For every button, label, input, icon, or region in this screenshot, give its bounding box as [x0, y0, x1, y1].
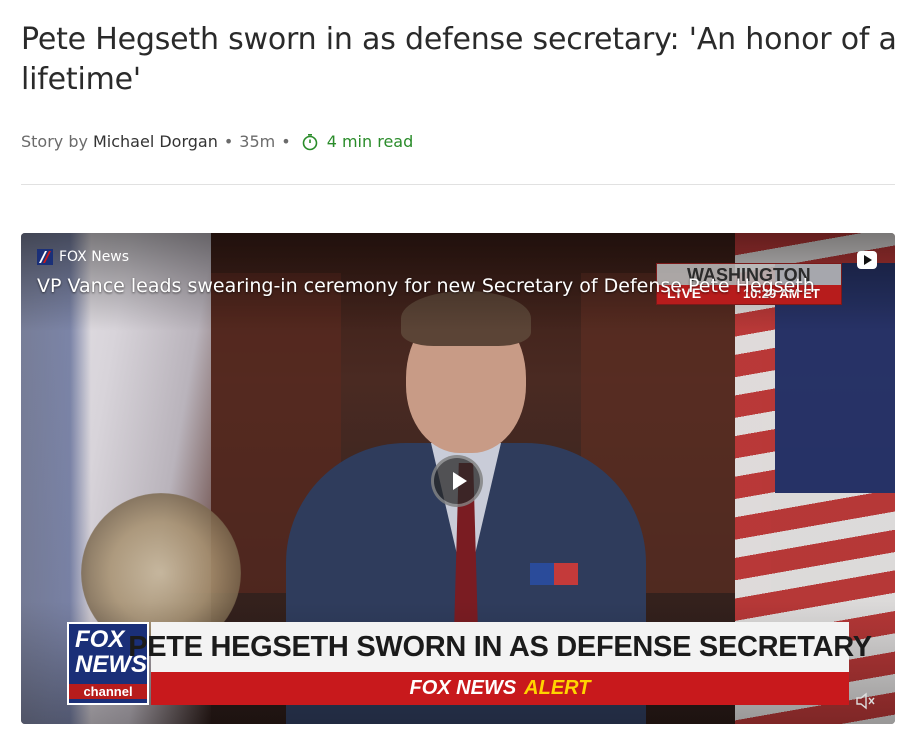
video-source[interactable]: FOX News	[37, 249, 129, 265]
article-title: Pete Hegseth sworn in as defense secreta…	[21, 22, 897, 97]
alert-word: ALERT	[524, 677, 591, 699]
timer-icon	[302, 133, 317, 150]
alert-prefix: FOX NEWS	[409, 677, 517, 699]
video-title[interactable]: VP Vance leads swearing-in ceremony for …	[37, 275, 815, 297]
byline-prefix: Story by	[21, 132, 88, 151]
read-time: 4 min read	[301, 132, 414, 151]
play-button[interactable]	[431, 455, 483, 507]
divider	[21, 184, 895, 185]
mute-icon[interactable]	[855, 692, 875, 710]
article-age: 35m	[239, 132, 276, 151]
chyron: FOX NEWS channel PETE HEGSETH SWORN IN A…	[67, 622, 872, 705]
chyron-alert: FOX NEWS ALERT	[151, 672, 849, 705]
source-name: FOX News	[59, 249, 130, 265]
read-time-label: 4 min read	[326, 132, 414, 151]
article-byline: Story by Michael Dorgan • 35m • 4 min re…	[21, 132, 413, 151]
fox-news-logo-icon	[37, 249, 53, 265]
chyron-headline: PETE HEGSETH SWORN IN AS DEFENSE SECRETA…	[128, 622, 872, 672]
youtube-icon[interactable]	[857, 251, 877, 269]
video-player[interactable]: WASHINGTON LIVE 10:29 AM ET FOX News VP …	[21, 233, 895, 724]
logo-line3: channel	[69, 684, 147, 699]
separator: •	[281, 132, 291, 151]
logo-line1: FOX	[75, 626, 125, 653]
author-link[interactable]: Michael Dorgan	[93, 132, 218, 151]
separator: •	[223, 132, 234, 151]
